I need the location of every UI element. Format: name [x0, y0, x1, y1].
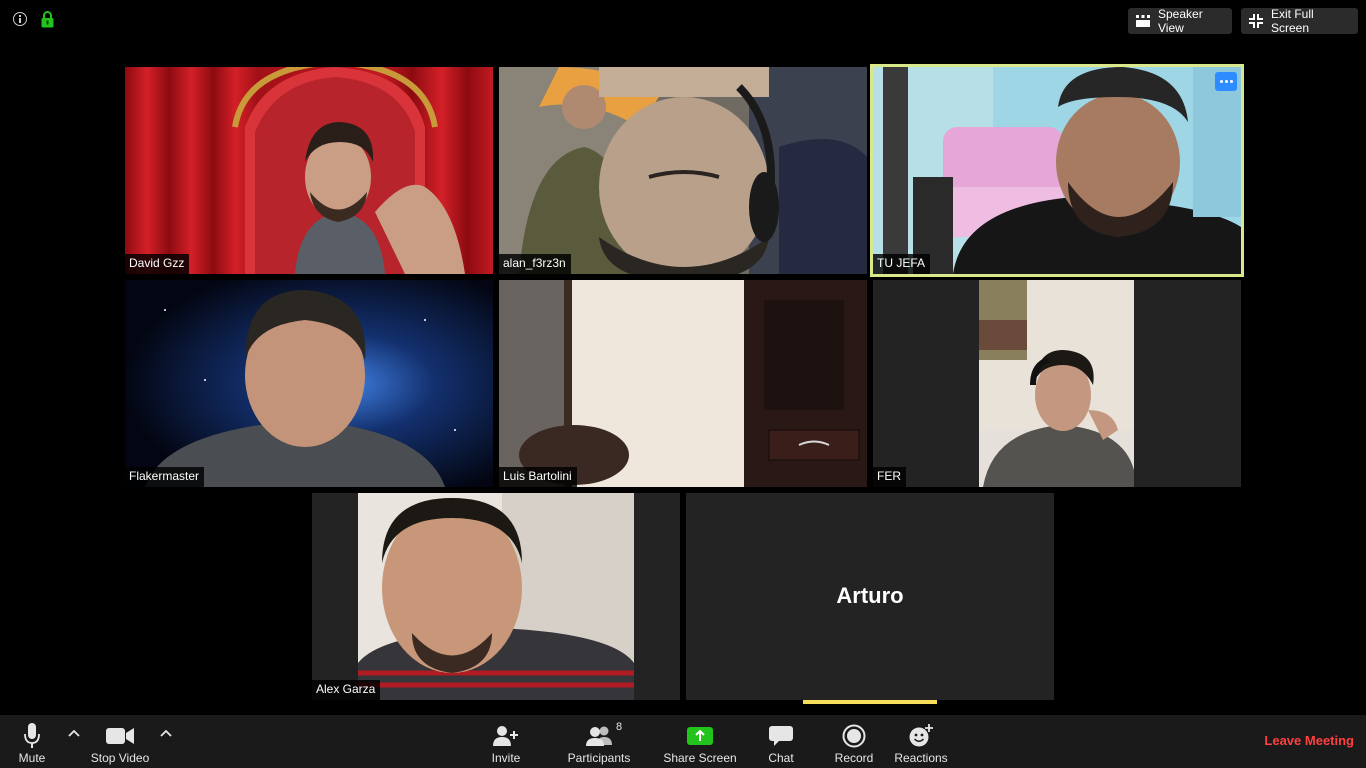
participant-name: FER: [873, 467, 906, 487]
add-person-icon: [493, 721, 519, 751]
chat-bubble-icon: [769, 721, 793, 751]
record-button[interactable]: Record: [833, 721, 875, 765]
encryption-lock-icon[interactable]: [41, 11, 54, 28]
participant-video: [125, 67, 493, 274]
microphone-icon: [24, 721, 40, 751]
record-label: Record: [834, 751, 874, 765]
share-screen-label: Share Screen: [663, 751, 737, 765]
video-tile-david-gzz[interactable]: David Gzz: [125, 67, 493, 274]
exit-full-screen-button[interactable]: Exit Full Screen: [1241, 7, 1358, 35]
stop-video-button[interactable]: Stop Video: [86, 721, 154, 765]
share-screen-icon: [687, 721, 713, 751]
participant-name: Luis Bartolini: [499, 467, 577, 487]
participants-count-badge: 8: [616, 721, 623, 733]
participant-video: [125, 280, 493, 487]
participants-icon: [585, 721, 613, 751]
chat-button[interactable]: Chat: [763, 721, 799, 765]
smiley-add-icon: [908, 721, 934, 751]
participant-name: Alex Garza: [312, 680, 381, 700]
participant-name: Flakermaster: [125, 467, 205, 487]
stop-video-label: Stop Video: [90, 751, 150, 765]
meeting-info-icon[interactable]: [13, 12, 27, 26]
participant-video: [499, 67, 867, 274]
video-tile-fer[interactable]: FER: [873, 280, 1241, 487]
chat-label: Chat: [768, 751, 794, 765]
share-screen-button[interactable]: Share Screen: [663, 721, 737, 765]
video-options-chevron-up-icon[interactable]: [160, 728, 172, 740]
participants-label: Participants: [567, 751, 631, 765]
reactions-label: Reactions: [894, 751, 948, 765]
video-tile-flakermaster[interactable]: Flakermaster: [125, 280, 493, 487]
audio-options-chevron-up-icon[interactable]: [68, 728, 80, 740]
speaker-view-button[interactable]: Speaker View: [1128, 7, 1232, 35]
leave-meeting-button[interactable]: Leave Meeting: [1264, 733, 1354, 748]
mute-label: Mute: [18, 751, 46, 765]
invite-label: Invite: [491, 751, 521, 765]
participant-video: [873, 280, 1241, 487]
record-icon: [842, 721, 866, 751]
participant-video: [312, 493, 680, 700]
mute-button[interactable]: Mute: [12, 721, 52, 765]
video-camera-icon: [106, 721, 134, 751]
video-tile-luis-bartolini[interactable]: Luis Bartolini: [499, 280, 867, 487]
video-tile-arturo[interactable]: Arturo: [686, 493, 1054, 700]
participant-video: [499, 280, 867, 487]
video-tile-alex-garza[interactable]: Alex Garza: [312, 493, 680, 700]
exit-full-screen-icon: [1249, 14, 1263, 28]
video-tile-tu-jefa[interactable]: TU JEFA: [870, 64, 1244, 277]
participant-video: [873, 67, 1241, 274]
participant-name-centered: Arturo: [836, 583, 904, 608]
participant-name: alan_f3rz3n: [499, 254, 571, 274]
reactions-button[interactable]: Reactions: [894, 721, 948, 765]
invite-button[interactable]: Invite: [486, 721, 526, 765]
exit-full-screen-label: Exit Full Screen: [1271, 7, 1314, 35]
participant-name: TU JEFA: [873, 254, 931, 274]
speaker-view-label: Speaker View: [1158, 7, 1203, 35]
video-tile-alan-f3rz3n[interactable]: alan_f3rz3n: [499, 67, 867, 274]
participant-name: David Gzz: [125, 254, 190, 274]
more-options-button[interactable]: [1215, 72, 1237, 91]
gallery-page-indicator: [803, 700, 937, 704]
speaker-view-icon: [1136, 15, 1150, 27]
